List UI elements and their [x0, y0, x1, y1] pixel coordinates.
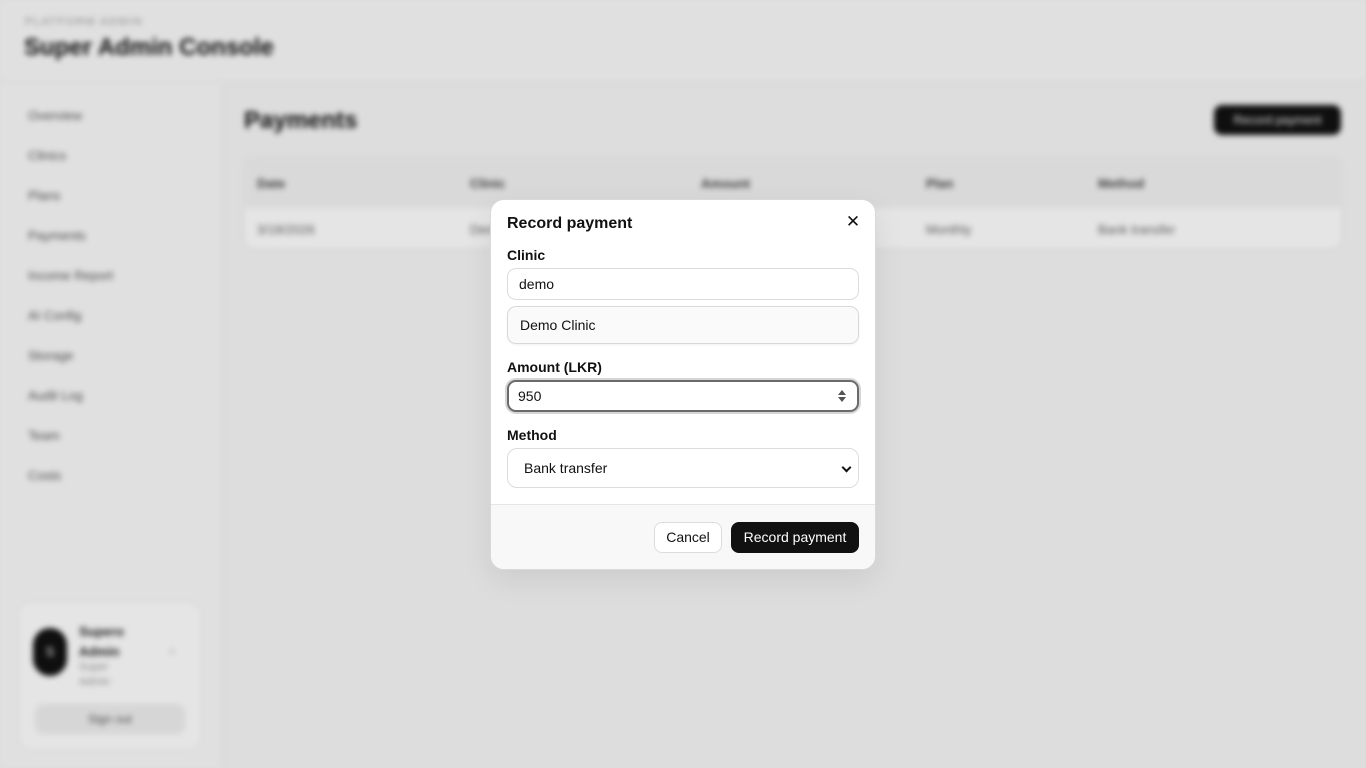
- amount-label: Amount (LKR): [507, 359, 602, 375]
- number-spinner-icon[interactable]: [837, 388, 847, 404]
- modal-footer: Cancel Record payment: [491, 504, 875, 569]
- record-payment-modal: Record payment ✕ Clinic demo Demo Clinic…: [490, 199, 876, 570]
- modal-title: Record payment: [507, 215, 633, 232]
- spin-up-icon[interactable]: [838, 390, 846, 395]
- cancel-button[interactable]: Cancel: [654, 522, 722, 553]
- method-selected-value: Bank transfer: [524, 460, 608, 476]
- amount-value: 950: [518, 388, 542, 404]
- clinic-label: Clinic: [507, 247, 546, 263]
- clinic-search-input[interactable]: demo: [507, 268, 859, 300]
- chevron-down-icon: [841, 462, 852, 473]
- method-select[interactable]: Bank transfer: [507, 448, 859, 488]
- amount-input[interactable]: 950: [507, 380, 859, 412]
- method-label: Method: [507, 427, 557, 443]
- submit-record-payment-button[interactable]: Record payment: [731, 522, 859, 553]
- clinic-result-item[interactable]: Demo Clinic: [507, 306, 859, 344]
- spin-down-icon[interactable]: [838, 397, 846, 402]
- close-icon[interactable]: ✕: [843, 212, 863, 232]
